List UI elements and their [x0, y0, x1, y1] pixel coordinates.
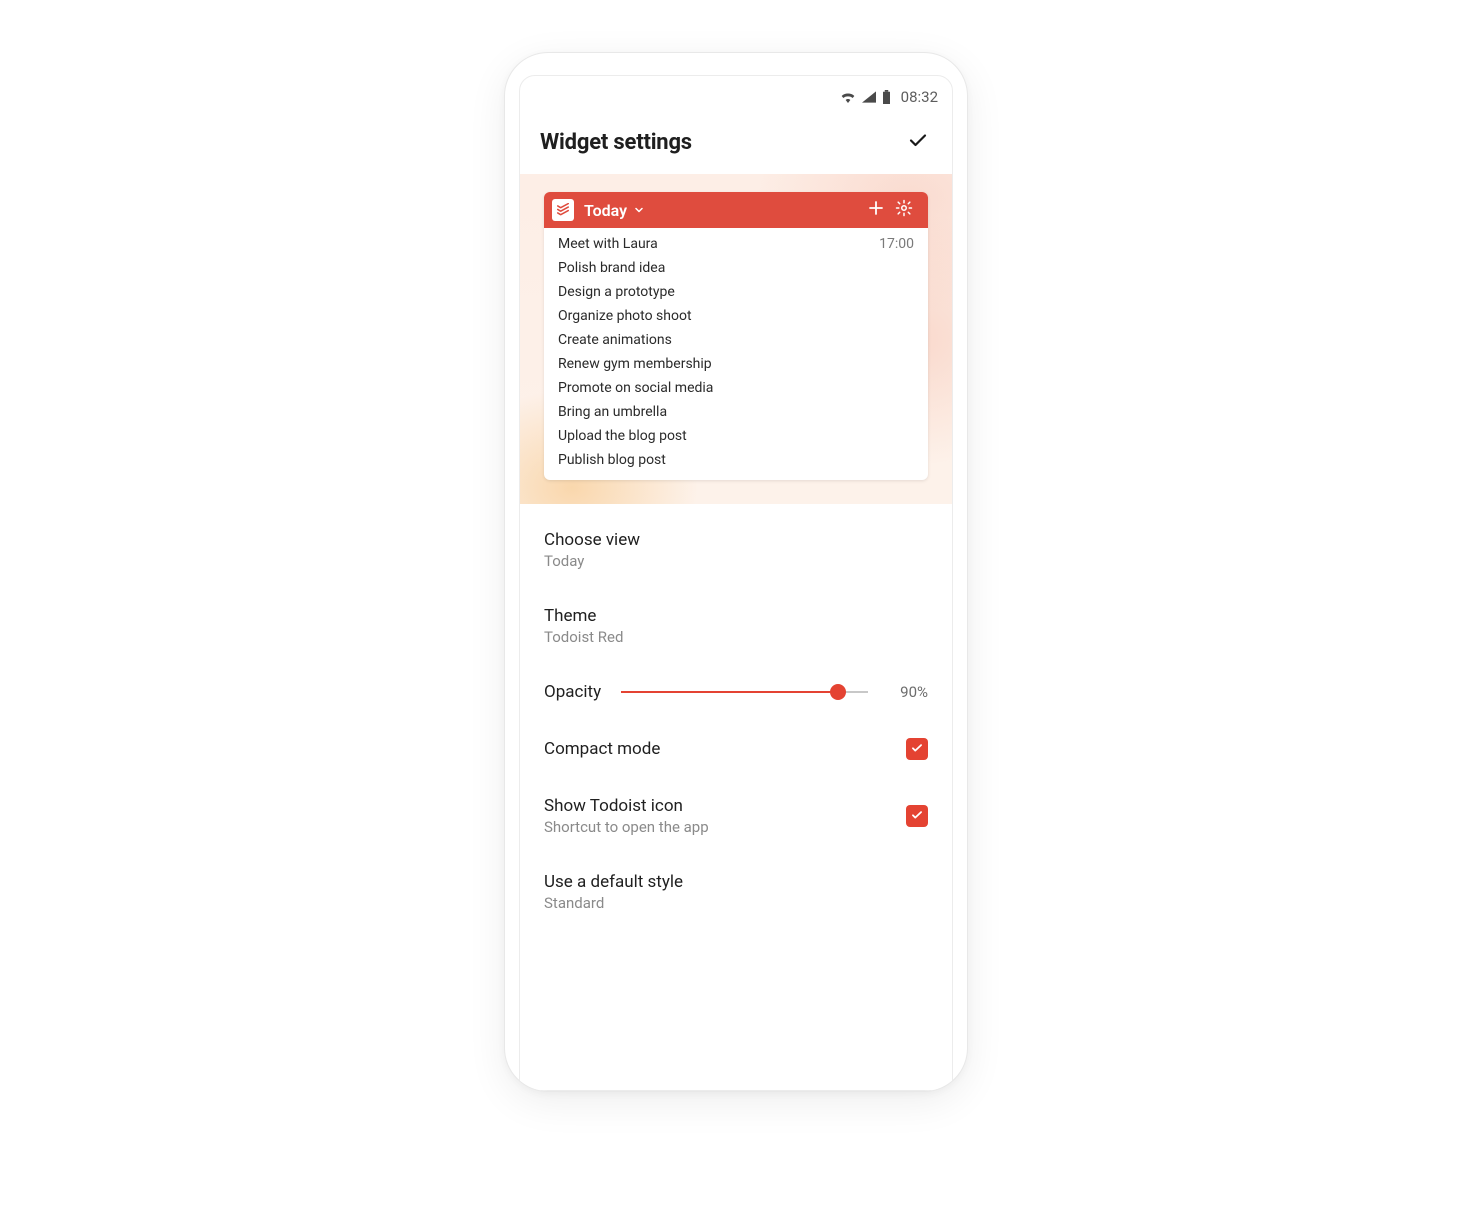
wifi-icon	[840, 91, 856, 103]
todoist-logo-icon	[552, 199, 574, 221]
widget-settings-button[interactable]	[890, 196, 918, 224]
task-title: Organize photo shoot	[558, 308, 692, 324]
task-title: Create animations	[558, 332, 672, 348]
gear-icon	[895, 199, 913, 221]
task-list: Meet with Laura 17:00 Polish brand idea D…	[544, 228, 928, 480]
setting-value: Today	[544, 552, 640, 570]
task-row[interactable]: Upload the blog post	[544, 424, 928, 448]
page-title: Widget settings	[540, 130, 692, 155]
task-row[interactable]: Design a prototype	[544, 280, 928, 304]
task-row[interactable]: Publish blog post	[544, 448, 928, 472]
task-row[interactable]: Organize photo shoot	[544, 304, 928, 328]
widget-preview: Today	[520, 174, 952, 504]
battery-icon	[882, 90, 891, 104]
task-row[interactable]: Renew gym membership	[544, 352, 928, 376]
widget-view-selector[interactable]: Today	[584, 201, 627, 220]
theme-setting[interactable]: Theme Todoist Red	[520, 588, 952, 664]
setting-label: Choose view	[544, 530, 640, 550]
task-title: Polish brand idea	[558, 260, 665, 276]
check-icon	[906, 128, 930, 156]
task-title: Promote on social media	[558, 380, 713, 396]
setting-value: Todoist Red	[544, 628, 623, 646]
title-bar: Widget settings	[520, 110, 952, 174]
task-row[interactable]: Create animations	[544, 328, 928, 352]
task-row[interactable]: Bring an umbrella	[544, 400, 928, 424]
task-title: Meet with Laura	[558, 236, 658, 252]
task-row[interactable]: Polish brand idea	[544, 256, 928, 280]
setting-value: Standard	[544, 894, 683, 912]
opacity-slider[interactable]	[621, 682, 868, 702]
task-row[interactable]: Meet with Laura 17:00	[544, 232, 928, 256]
cellular-icon	[862, 91, 876, 103]
check-icon	[910, 740, 924, 759]
choose-view-setting[interactable]: Choose view Today	[520, 512, 952, 588]
confirm-button[interactable]	[904, 128, 932, 156]
task-time: 17:00	[879, 236, 914, 252]
opacity-value: 90%	[888, 683, 928, 701]
task-title: Publish blog post	[558, 452, 666, 468]
setting-label: Compact mode	[544, 739, 660, 759]
status-bar: 08:32	[520, 84, 952, 110]
setting-label: Opacity	[544, 682, 601, 702]
task-title: Design a prototype	[558, 284, 675, 300]
chevron-down-icon	[633, 204, 645, 216]
task-title: Upload the blog post	[558, 428, 687, 444]
show-icon-setting[interactable]: Show Todoist icon Shortcut to open the a…	[520, 778, 952, 854]
settings-list: Choose view Today Theme Todoist Red Opac…	[520, 504, 952, 930]
task-title: Renew gym membership	[558, 356, 712, 372]
phone-frame: 08:32 Widget settings Today	[504, 52, 968, 1092]
opacity-setting: Opacity 90%	[520, 664, 952, 720]
setting-label: Show Todoist icon	[544, 796, 709, 816]
compact-mode-setting[interactable]: Compact mode	[520, 720, 952, 778]
plus-icon	[867, 199, 885, 221]
task-title: Bring an umbrella	[558, 404, 667, 420]
task-row[interactable]: Promote on social media	[544, 376, 928, 400]
default-style-setting[interactable]: Use a default style Standard	[520, 854, 952, 930]
add-task-button[interactable]	[862, 196, 890, 224]
phone-screen: 08:32 Widget settings Today	[519, 75, 953, 1091]
widget-header: Today	[544, 192, 928, 228]
status-time: 08:32	[901, 88, 938, 106]
check-icon	[910, 807, 924, 826]
setting-label: Theme	[544, 606, 623, 626]
compact-mode-checkbox[interactable]	[906, 738, 928, 760]
setting-label: Use a default style	[544, 872, 683, 892]
todoist-widget: Today	[544, 192, 928, 480]
show-icon-checkbox[interactable]	[906, 805, 928, 827]
setting-sub: Shortcut to open the app	[544, 818, 709, 836]
